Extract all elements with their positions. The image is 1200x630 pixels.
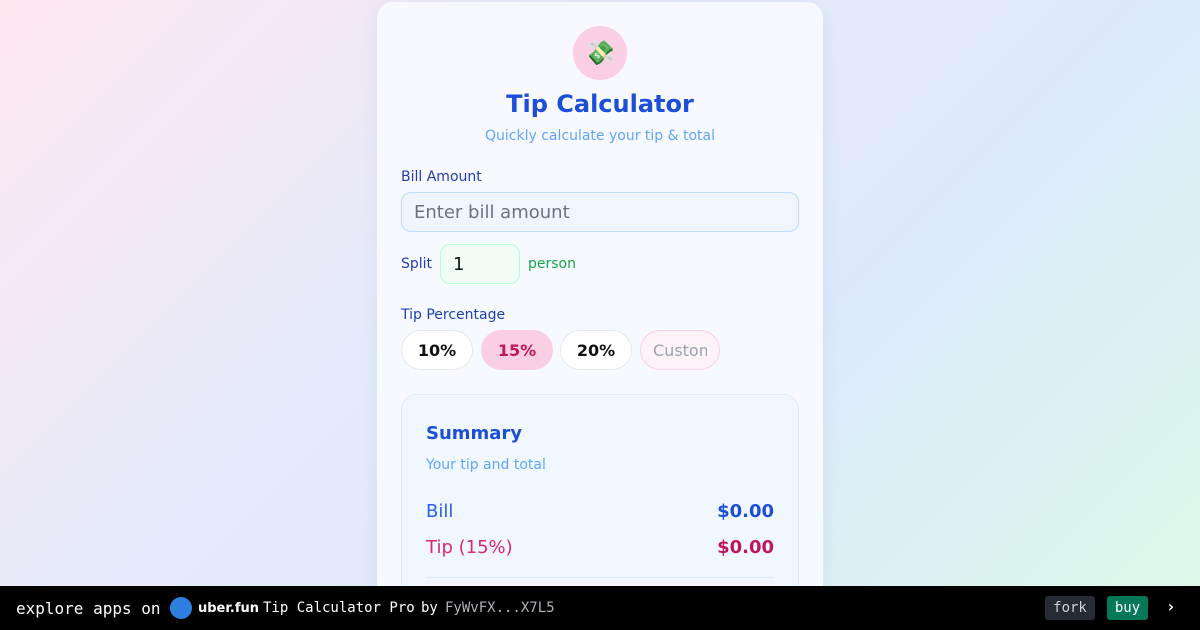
summary-tip-value: $0.00 <box>717 537 774 558</box>
app-name: Tip Calculator Pro <box>263 600 415 616</box>
tip-20-button[interactable]: 20% <box>560 330 632 370</box>
summary-divider <box>426 577 774 578</box>
split-label: Split <box>401 256 433 272</box>
explore-text: explore apps on <box>16 599 161 618</box>
summary-bill-label: Bill <box>426 501 454 522</box>
app-title: Tip Calculator <box>506 90 694 118</box>
footer-bar: explore apps on uber.fun Tip Calculator … <box>0 586 1200 630</box>
summary-subtitle: Your tip and total <box>426 457 546 473</box>
fork-button[interactable]: fork <box>1045 596 1095 620</box>
tip-calculator-card: 💸 Tip Calculator Quickly calculate your … <box>377 2 823 630</box>
summary-title: Summary <box>426 423 523 444</box>
tip-10-button[interactable]: 10% <box>401 330 473 370</box>
split-unit-label: person <box>528 256 576 272</box>
summary-tip-label: Tip (15%) <box>426 537 513 558</box>
custom-tip-input[interactable] <box>640 330 720 370</box>
tip-percentage-label: Tip Percentage <box>401 307 506 323</box>
bill-amount-input[interactable] <box>401 192 799 232</box>
buy-button[interactable]: buy <box>1107 596 1148 620</box>
chevron-right-icon[interactable]: › <box>1166 597 1176 616</box>
money-with-wings-icon: 💸 <box>573 26 627 80</box>
bill-amount-label: Bill Amount <box>401 169 482 185</box>
tip-15-button[interactable]: 15% <box>481 330 553 370</box>
author-id[interactable]: FyWvFX...X7L5 <box>445 600 555 616</box>
app-subtitle: Quickly calculate your tip & total <box>485 128 715 144</box>
summary-bill-value: $0.00 <box>717 501 774 522</box>
split-input[interactable] <box>440 244 520 284</box>
uberfun-logo-icon[interactable] <box>170 597 192 619</box>
by-text: by <box>421 600 438 616</box>
brand-name[interactable]: uber.fun <box>198 601 259 616</box>
